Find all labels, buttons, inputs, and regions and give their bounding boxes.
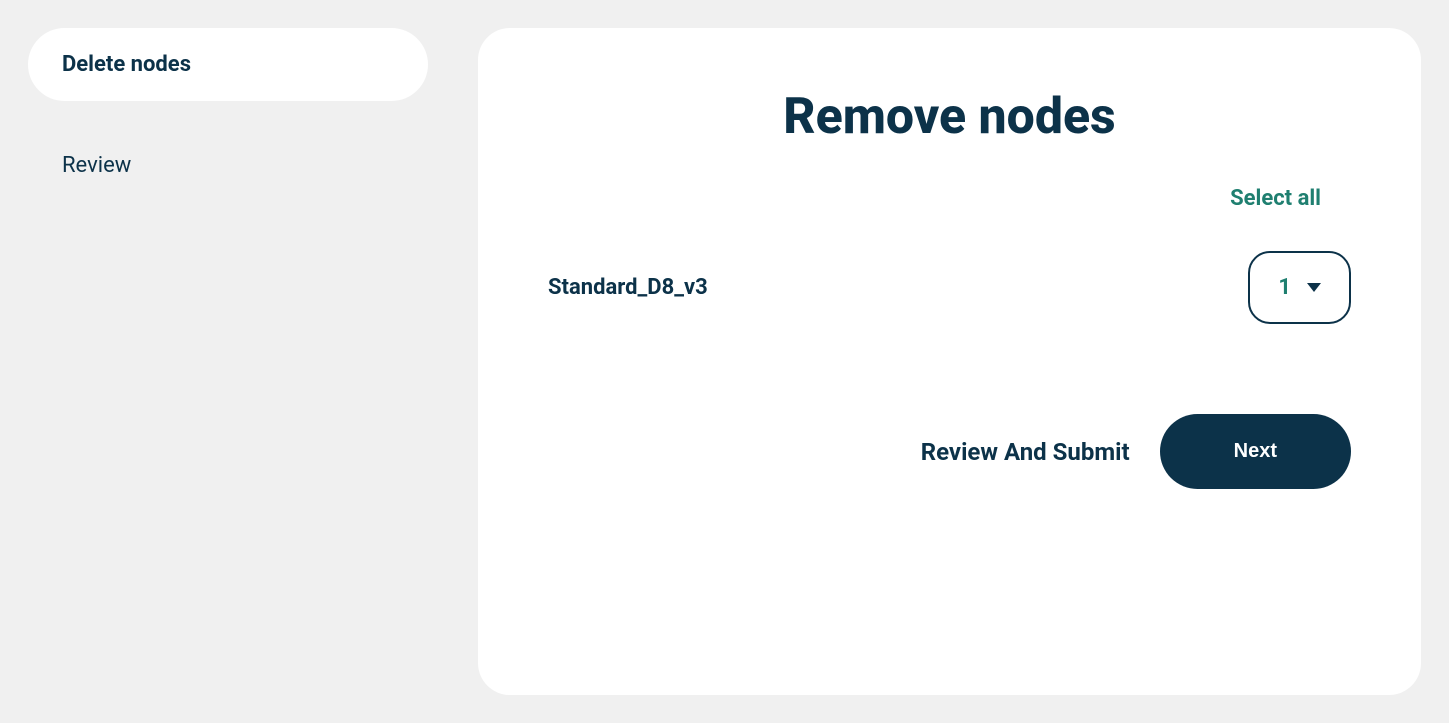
action-row: Review And Submit Next bbox=[548, 414, 1351, 489]
sidebar-item-label: Delete nodes bbox=[62, 52, 191, 77]
chevron-down-icon bbox=[1307, 283, 1321, 292]
select-all-row: Select all bbox=[548, 186, 1351, 211]
sidebar-item-review[interactable]: Review bbox=[28, 129, 428, 202]
quantity-dropdown[interactable]: 1 bbox=[1248, 251, 1351, 324]
sidebar-item-delete-nodes[interactable]: Delete nodes bbox=[28, 28, 428, 101]
review-submit-label: Review And Submit bbox=[921, 438, 1130, 466]
select-all-link[interactable]: Select all bbox=[1230, 186, 1321, 211]
node-name-label: Standard_D8_v3 bbox=[548, 275, 708, 300]
sidebar-item-label: Review bbox=[62, 153, 131, 178]
node-row: Standard_D8_v3 1 bbox=[548, 251, 1351, 324]
main-panel: Remove nodes Select all Standard_D8_v3 1… bbox=[478, 28, 1421, 695]
page-title: Remove nodes bbox=[548, 88, 1351, 146]
next-button[interactable]: Next bbox=[1160, 414, 1351, 489]
quantity-value: 1 bbox=[1278, 275, 1291, 300]
sidebar: Delete nodes Review bbox=[28, 28, 428, 695]
